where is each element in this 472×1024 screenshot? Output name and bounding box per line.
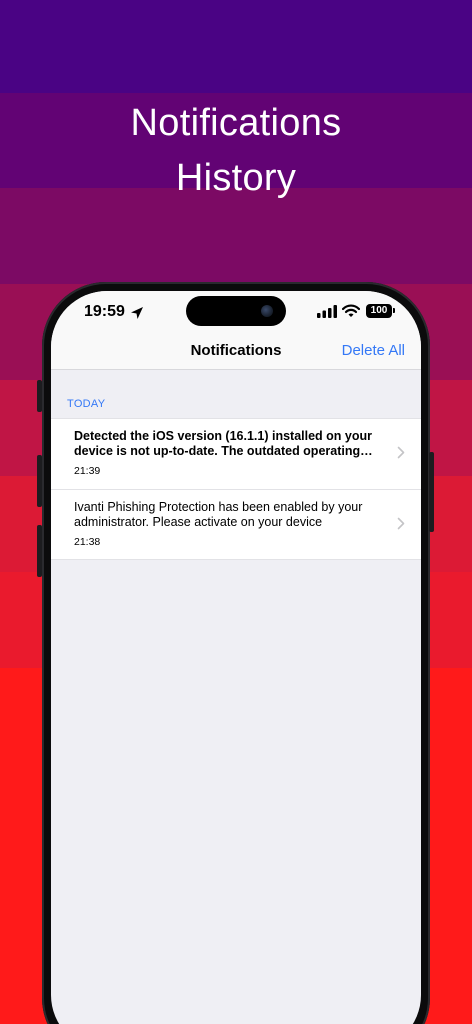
section-header-today: TODAY xyxy=(67,398,106,410)
cellular-signal-icon xyxy=(317,305,337,318)
wifi-icon xyxy=(342,304,360,317)
notification-message-text: Ivanti Phishing Protection has been enab… xyxy=(74,500,363,529)
delete-all-button[interactable]: Delete All xyxy=(342,341,405,361)
chevron-right-icon xyxy=(397,446,405,459)
notification-row[interactable]: Detected the iOS version (16.1.1) instal… xyxy=(51,419,421,489)
power-button xyxy=(429,452,434,532)
status-bar: 19:59 100 xyxy=(51,291,421,341)
battery-icon: 100 xyxy=(366,304,392,318)
status-time: 19:59 xyxy=(84,303,125,320)
volume-up-button xyxy=(37,455,42,507)
notification-list: Detected the iOS version (16.1.1) instal… xyxy=(51,418,421,560)
notification-message-text: Detected the iOS version (16.1.1) instal… xyxy=(74,429,372,458)
camera-icon xyxy=(261,305,273,317)
notification-message: Detected the iOS version (16.1.1) instal… xyxy=(74,429,386,459)
marketing-headline: Notifications History xyxy=(0,96,472,206)
navigation-bar: Notifications Delete All xyxy=(51,341,421,370)
notification-time: 21:39 xyxy=(74,465,101,477)
location-arrow-icon xyxy=(131,307,143,319)
notification-time: 21:38 xyxy=(74,536,101,548)
notification-message: Ivanti Phishing Protection has been enab… xyxy=(74,500,386,530)
battery-cap xyxy=(393,308,395,313)
volume-down-button xyxy=(37,525,42,577)
phone-screen: 19:59 100 Notifications Delete All TODAY… xyxy=(51,291,421,1024)
side-button xyxy=(37,380,42,412)
chevron-right-icon xyxy=(397,517,405,530)
headline-line-1: Notifications xyxy=(130,102,342,144)
notification-row[interactable]: Ivanti Phishing Protection has been enab… xyxy=(51,489,421,559)
background-band xyxy=(0,0,472,93)
headline-line-2: History xyxy=(175,157,297,199)
